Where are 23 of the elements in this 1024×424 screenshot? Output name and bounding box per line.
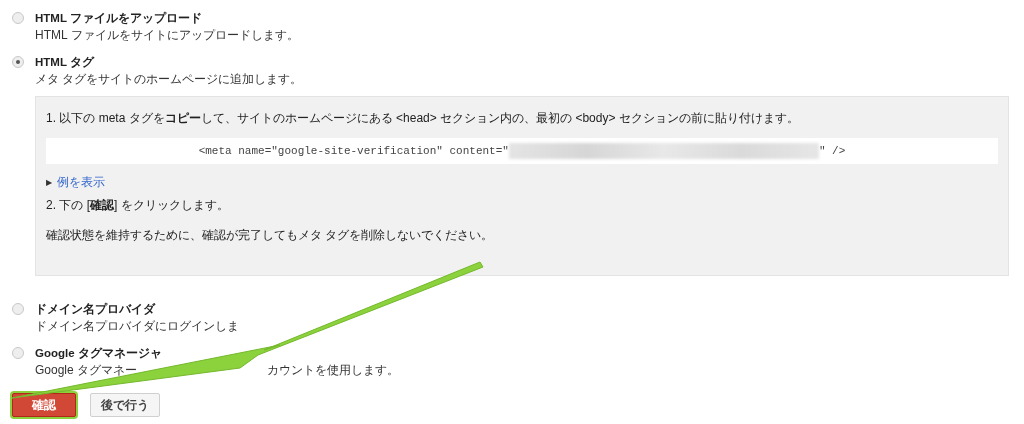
option-title: HTML タグ xyxy=(35,55,96,70)
option-description: メタ タグをサイトのホームページに追加します。 xyxy=(35,71,303,88)
expand-icon[interactable]: ▶ xyxy=(46,178,53,187)
radio-button[interactable] xyxy=(12,347,24,359)
option-title: HTML ファイルをアップロード xyxy=(35,10,203,26)
option-title: ドメイン名プロバイダ xyxy=(35,301,157,317)
option-description: HTML ファイルをサイトにアップロードします。 xyxy=(35,27,299,44)
show-example-link[interactable]: 例を表示 xyxy=(57,174,106,191)
option-title: Google タグマネージャ xyxy=(35,346,163,361)
code-field[interactable]: <meta name="google-site-verification" content=" " /> xyxy=(46,138,998,164)
radio-button[interactable] xyxy=(12,303,24,315)
code-text: <meta name="google-site-verification" content=" xyxy=(198,145,509,157)
radio-button[interactable] xyxy=(12,12,24,24)
option-description: ドメイン名プロバイダにログインしま xyxy=(35,318,239,335)
confirm-button[interactable]: 確認 xyxy=(12,393,76,417)
step-text: 1. 以下の meta タグをコピーして、サイトのホームページにある <head> セクション内の、最初の <body> セクションの前に貼り付けます。 xyxy=(46,110,800,126)
radio-button[interactable] xyxy=(12,56,24,68)
note-text: 確認状態を維持するために、確認が完了してもメタ タグを削除しないでください。 xyxy=(46,227,495,243)
later-button[interactable]: 後で行う xyxy=(90,393,160,417)
step-text: 2. 下の [確認] をクリックします。 xyxy=(46,197,230,213)
code-text: " /> xyxy=(818,145,846,157)
option-description: カウントを使用します。 xyxy=(267,362,400,379)
option-description: Google タグマネー xyxy=(35,362,138,379)
